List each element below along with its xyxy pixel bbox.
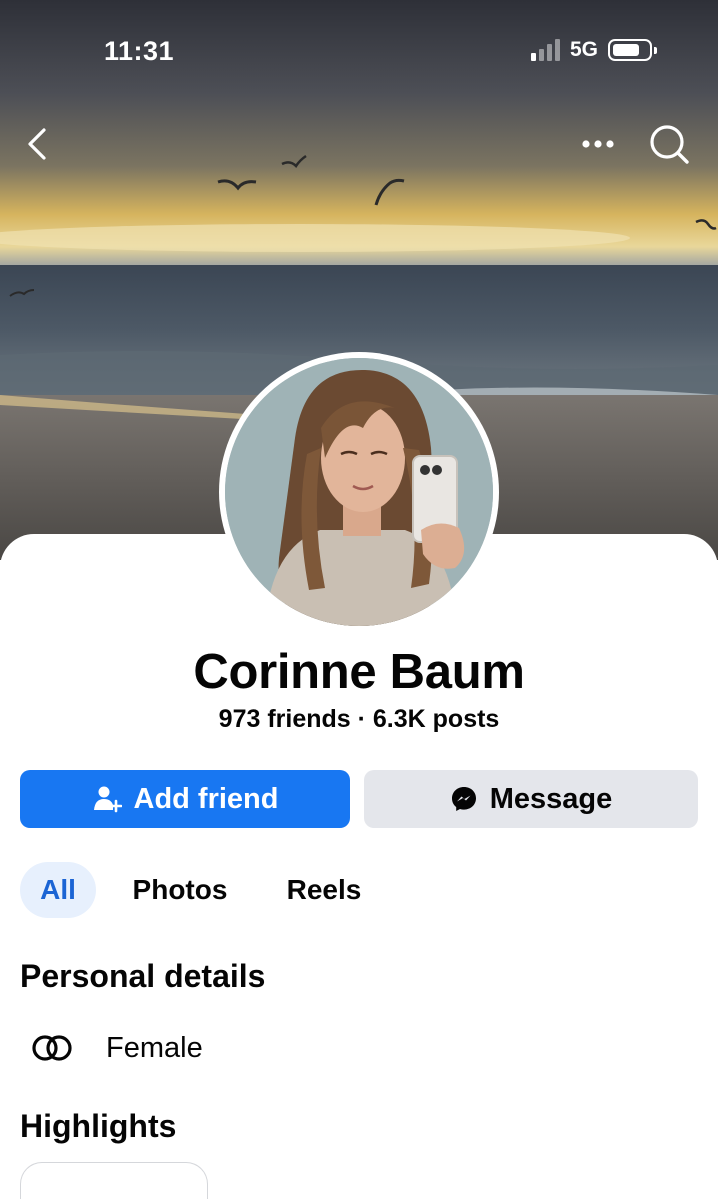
tab-photos[interactable]: Photos (120, 862, 240, 918)
status-indicators: 5G (530, 38, 657, 62)
tab-reels[interactable]: Reels (272, 862, 376, 918)
gender-value: Female (106, 1031, 203, 1064)
status-time: 11:31 (104, 36, 175, 66)
gender-rings-icon (32, 1035, 72, 1061)
message-label: Message (489, 782, 613, 815)
back-button[interactable] (20, 122, 60, 166)
more-options-button[interactable] (574, 128, 622, 160)
add-friend-label: Add friend (133, 782, 279, 815)
chevron-left-icon (28, 128, 46, 160)
more-horizontal-icon (582, 140, 614, 148)
profile-photo-image (225, 358, 493, 626)
add-person-icon (93, 786, 122, 813)
personal-details-heading: Personal details (20, 958, 266, 994)
search-button[interactable] (644, 120, 694, 168)
battery-icon (608, 39, 657, 61)
profile-name: Corinne Baum (193, 645, 525, 699)
tab-all[interactable]: All (20, 862, 96, 918)
message-button[interactable]: Message (364, 770, 698, 828)
add-friend-button[interactable]: Add friend (20, 770, 350, 828)
messenger-icon (451, 787, 476, 811)
highlight-card[interactable] (20, 1162, 208, 1199)
detail-row-gender: Female (30, 1026, 203, 1070)
highlights-heading: Highlights (20, 1108, 177, 1144)
signal-icon (530, 39, 560, 61)
search-icon (650, 125, 689, 164)
profile-stats[interactable]: 973 friends · 6.3K posts (0, 705, 718, 734)
network-type: 5G (569, 38, 598, 61)
profile-avatar[interactable] (219, 352, 499, 632)
